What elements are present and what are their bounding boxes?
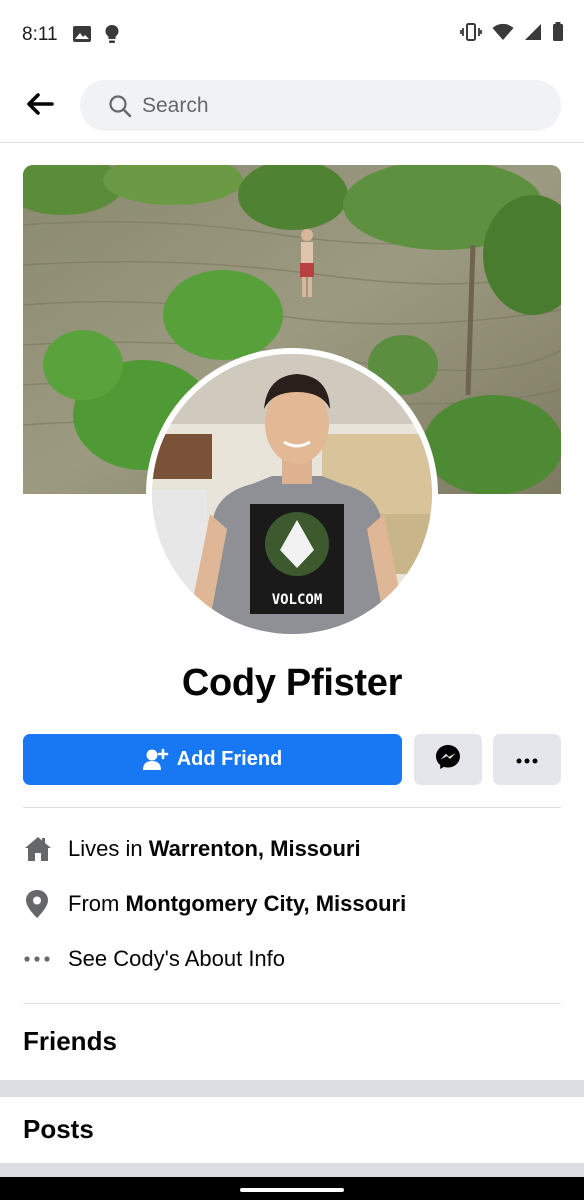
- intro-lives-in: Lives in Warrenton, Missouri: [23, 829, 561, 869]
- from-prefix: From: [68, 891, 120, 916]
- back-arrow-icon: [26, 92, 54, 120]
- add-friend-button[interactable]: Add Friend: [23, 734, 402, 785]
- from-place[interactable]: Montgomery City, Missouri: [125, 891, 406, 916]
- status-right-icons: [460, 22, 564, 47]
- add-friend-label: Add Friend: [176, 748, 283, 770]
- more-icon: [516, 751, 538, 769]
- location-pin-icon: [23, 889, 68, 919]
- section-separator: [0, 1080, 584, 1097]
- signal-icon: [524, 23, 542, 46]
- vibrate-icon: [460, 22, 482, 47]
- wifi-icon: [492, 23, 514, 46]
- home-icon: [23, 836, 68, 862]
- add-friend-icon: [142, 748, 169, 772]
- messenger-icon: [435, 744, 461, 775]
- back-button[interactable]: [22, 90, 58, 122]
- section-separator: [0, 1163, 584, 1177]
- shirt-text: VOLCOM: [272, 592, 323, 608]
- battery-icon: [552, 22, 564, 47]
- more-dots-icon: [23, 956, 68, 962]
- profile-picture-frame[interactable]: VOLCOM: [146, 348, 438, 640]
- posts-section-title: Posts: [23, 1114, 94, 1144]
- see-about-info-link[interactable]: See Cody's About Info: [23, 939, 561, 979]
- more-button[interactable]: [493, 734, 561, 785]
- status-left-icons: [72, 24, 120, 49]
- messenger-button[interactable]: [414, 734, 482, 785]
- search-input[interactable]: [142, 93, 502, 118]
- about-label: See Cody's About Info: [68, 946, 286, 971]
- lives-place[interactable]: Warrenton, Missouri: [149, 836, 361, 861]
- intro-from: From Montgomery City, Missouri: [23, 884, 561, 924]
- lives-prefix: Lives in: [68, 836, 143, 861]
- profile-name: Cody Pfister: [181, 662, 403, 704]
- image-icon: [72, 25, 92, 48]
- status-bar: 8:11: [0, 0, 584, 68]
- divider: [23, 1003, 561, 1004]
- top-nav: [0, 68, 584, 143]
- bulb-icon: [104, 24, 120, 49]
- search-icon: [108, 94, 132, 118]
- divider: [23, 807, 561, 808]
- search-bar[interactable]: [80, 80, 561, 131]
- profile-picture[interactable]: VOLCOM: [152, 354, 432, 634]
- home-gesture-handle[interactable]: [240, 1188, 344, 1192]
- friends-section-title[interactable]: Friends: [23, 1026, 117, 1057]
- status-time: 8:11: [22, 24, 58, 45]
- system-nav-bar: [0, 1177, 584, 1200]
